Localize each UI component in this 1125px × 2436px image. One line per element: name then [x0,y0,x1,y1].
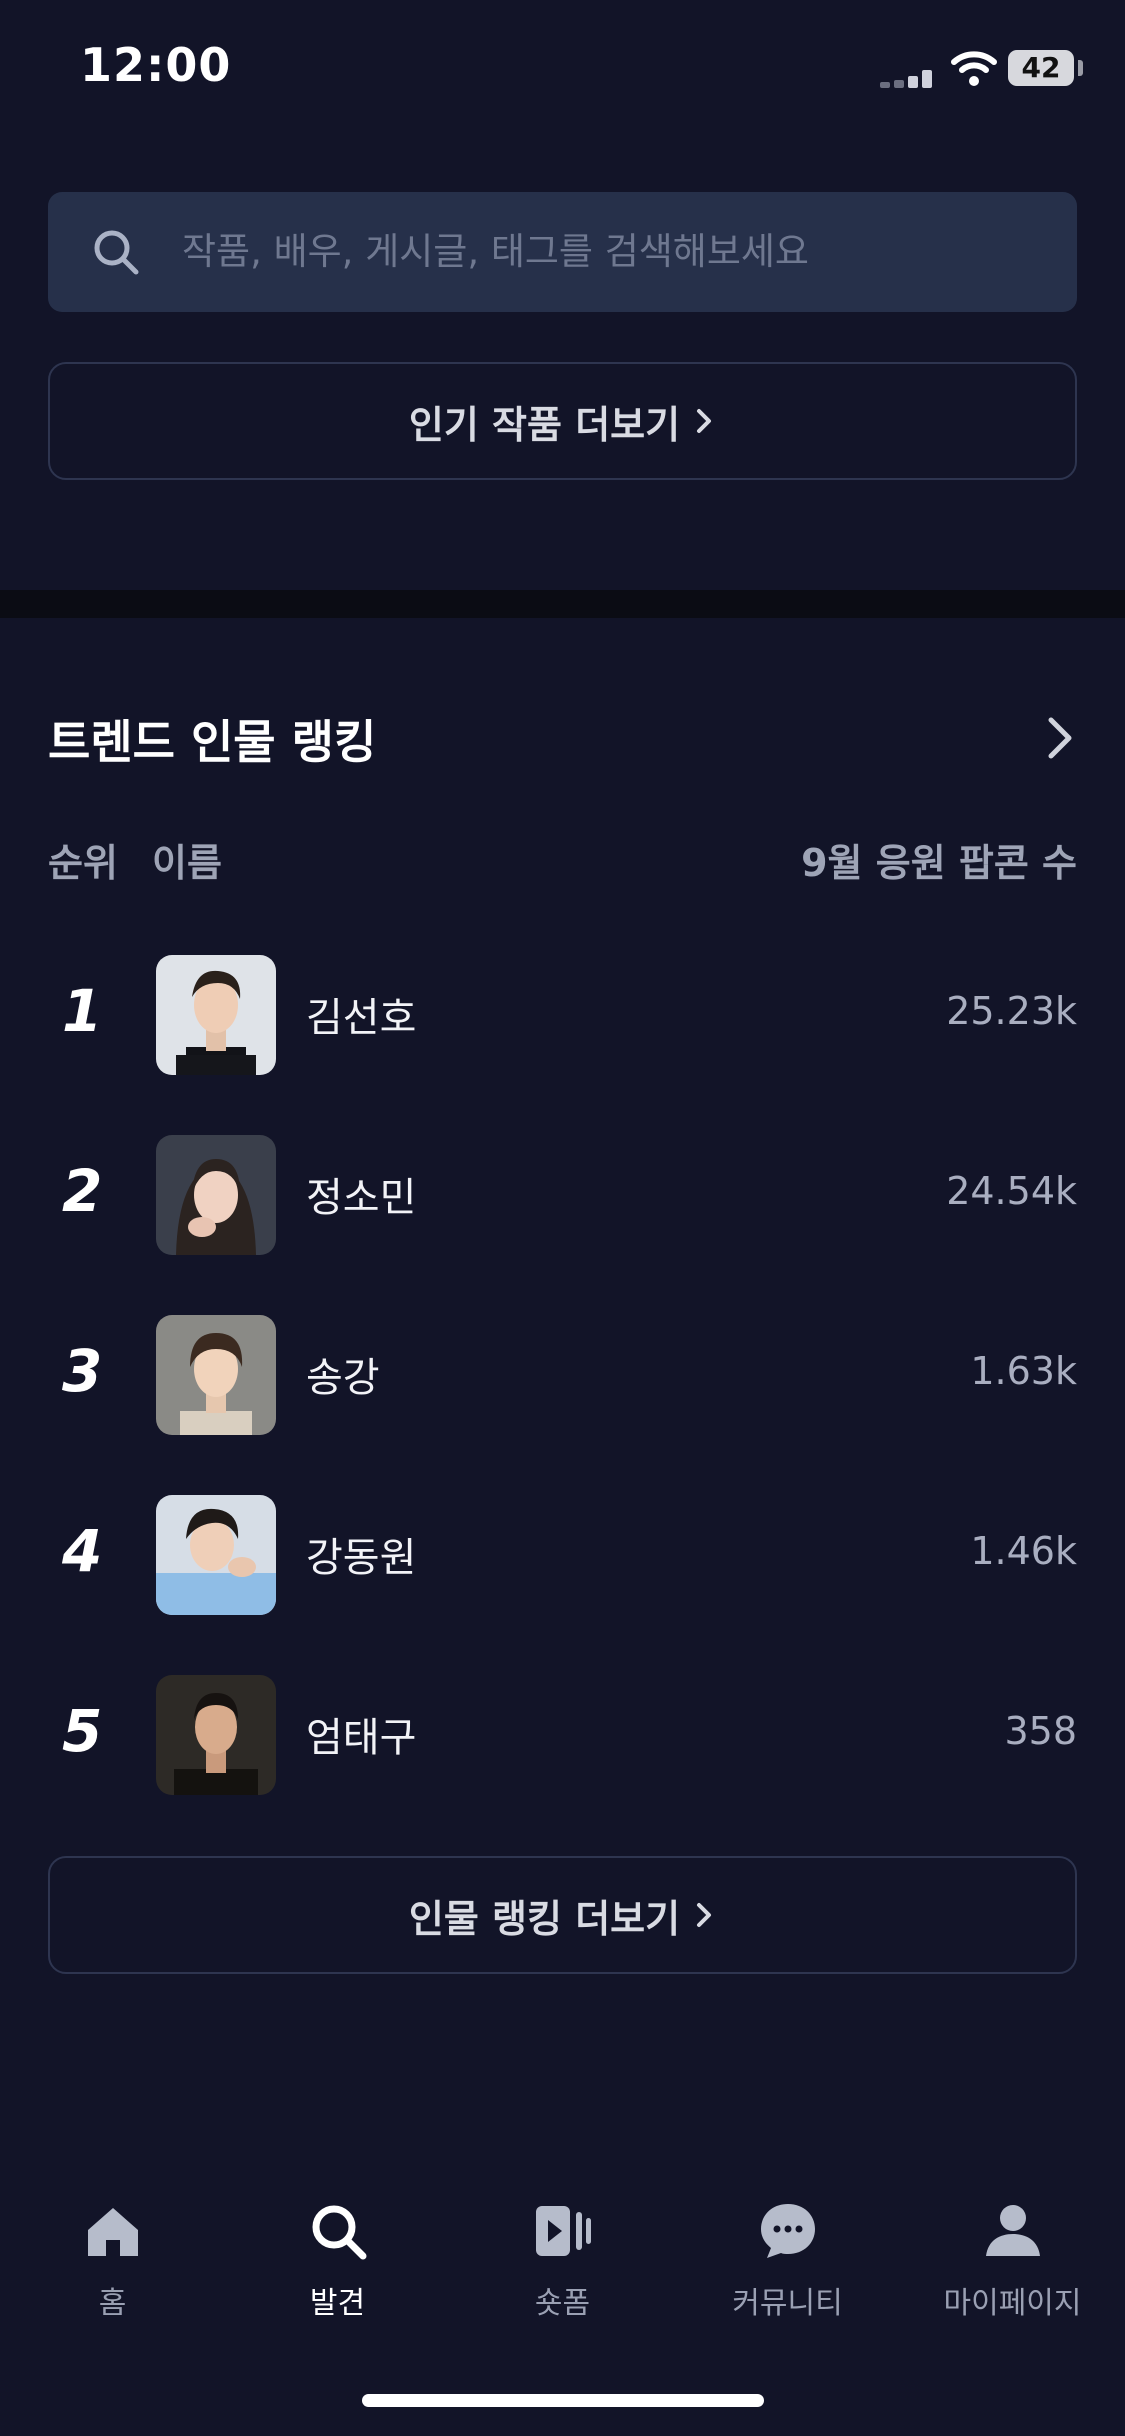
status-time: 12:00 [80,38,232,92]
tab-shortform[interactable]: 숏폼 [450,2170,675,2330]
avatar [156,1315,276,1435]
person-name: 김선호 [306,995,417,1041]
person-name: 엄태구 [306,1715,417,1761]
chevron-right-icon [697,409,712,433]
rank-number: 4 [62,1517,103,1585]
search-icon [94,230,139,275]
avatar [156,1675,276,1795]
popcorn-count: 25.23k [946,989,1077,1033]
column-header-rank: 순위 [48,841,118,885]
popcorn-count: 1.63k [970,1349,1077,1393]
popcorn-count: 358 [1004,1709,1077,1753]
battery-tip [1078,60,1083,76]
rank-number: 5 [62,1697,103,1765]
rank-number: 3 [62,1337,103,1405]
person-name: 정소민 [306,1175,417,1221]
chat-bubble-icon [760,2204,815,2258]
column-header-name: 이름 [152,841,222,885]
ranking-more-button[interactable]: 인물 랭킹 더보기 [48,1856,1077,1974]
popular-works-more-button[interactable]: 인기 작품 더보기 [48,362,1077,480]
chevron-right-icon [697,1903,712,1927]
ranking-row[interactable]: 4 강동원 1.46k [0,1495,1125,1615]
avatar [156,1495,276,1615]
ranking-row[interactable]: 3 송강 1.63k [0,1315,1125,1435]
ranking-row[interactable]: 5 엄태구 358 [0,1675,1125,1795]
avatar [156,955,276,1075]
tab-discover[interactable]: 발견 [225,2170,450,2330]
popcorn-count: 1.46k [970,1529,1077,1573]
tab-home[interactable]: 홈 [0,2170,225,2330]
ranking-title: 트렌드 인물 랭킹 [48,715,377,769]
status-bar: 12:00 42 [0,0,1125,140]
tab-label: 숏폼 [534,2286,591,2321]
rank-number: 2 [62,1157,103,1225]
home-icon [87,2208,138,2256]
wifi-icon [951,51,997,86]
tab-label: 발견 [309,2286,366,2321]
tab-label: 홈 [98,2286,127,2321]
profile-icon [985,2205,1040,2256]
avatar [156,1135,276,1255]
popular-works-more-label: 인기 작품 더보기 [408,402,681,447]
tab-label: 마이페이지 [943,2286,1082,2321]
ranking-chevron-right-icon[interactable] [1042,712,1078,764]
cellular-signal-icon [880,70,936,88]
ranking-row[interactable]: 2 정소민 24.54k [0,1135,1125,1255]
rank-number: 1 [62,977,103,1045]
bottom-tab-bar: 홈 발견 숏폼 커뮤니티 마이페이지 [0,2170,1125,2360]
ranking-row[interactable]: 1 김선호 25.23k [0,955,1125,1075]
person-name: 강동원 [306,1535,417,1581]
home-indicator [362,2394,764,2407]
person-name: 송강 [306,1355,380,1401]
section-divider [0,590,1125,618]
tab-community[interactable]: 커뮤니티 [675,2170,900,2330]
search-input[interactable]: 작품, 배우, 게시글, 태그를 검색해보세요 [48,192,1077,312]
column-header-metric: 9월 응원 팝콘 수 [801,841,1077,885]
discover-screen: 12:00 42 작품, 배우, 게시글, 태그를 검색해보세요 인기 작품 더… [0,0,1125,2436]
search-placeholder: 작품, 배우, 게시글, 태그를 검색해보세요 [182,230,809,273]
shortform-icon [535,2206,591,2256]
battery-indicator: 42 [1008,50,1074,86]
search-icon [312,2205,366,2260]
tab-mypage[interactable]: 마이페이지 [900,2170,1125,2330]
tab-label: 커뮤니티 [732,2286,843,2321]
popcorn-count: 24.54k [946,1169,1077,1213]
ranking-more-label: 인물 랭킹 더보기 [408,1896,681,1941]
